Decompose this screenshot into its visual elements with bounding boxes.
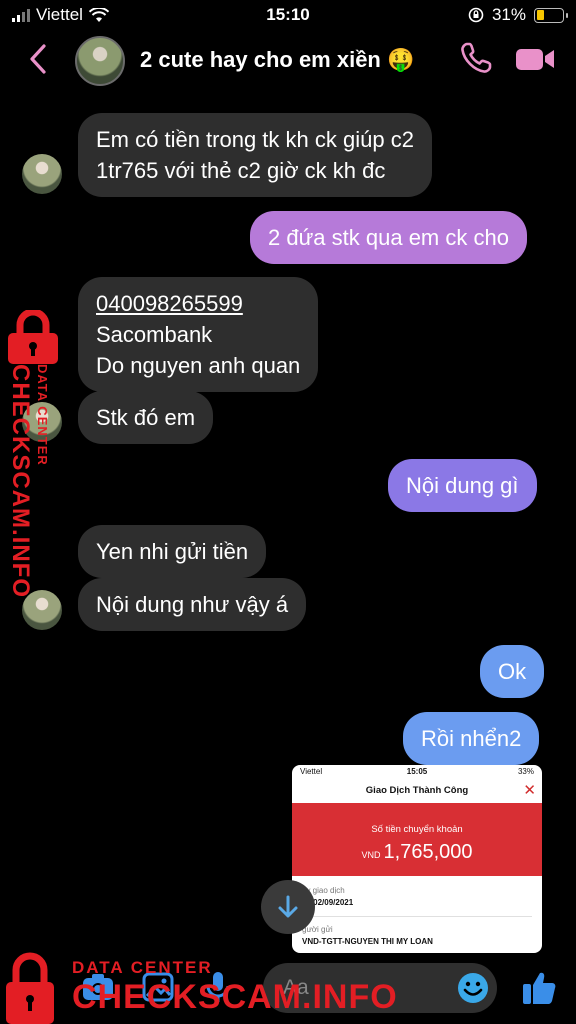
- receipt-sender-value: VND-TGTT-NGUYEN THI MY LOAN: [302, 937, 433, 946]
- account-number-link[interactable]: 040098265599: [96, 288, 300, 319]
- sender-avatar[interactable]: [22, 154, 62, 194]
- message-text: 2 đứa stk qua em ck cho: [268, 225, 509, 250]
- close-icon: ✕: [523, 782, 536, 799]
- battery-percent: 31%: [491, 5, 526, 24]
- chat-header: 2 cute hay cho em xiền 🤑: [0, 30, 576, 92]
- receipt-amount-panel: Số tiền chuyển khoản VND 1,765,000: [292, 803, 542, 876]
- receipt-battery: 33%: [517, 767, 534, 776]
- message-text: Yen nhi gửi tiền: [96, 539, 249, 564]
- receipt-amount-value: 1,765,000: [383, 841, 473, 863]
- message-text: Ok: [498, 659, 527, 684]
- divider: [302, 916, 532, 917]
- video-call-icon[interactable]: [514, 44, 556, 74]
- message-text: Nội dung như vậy á: [96, 592, 289, 617]
- battery-icon: [534, 7, 568, 23]
- receipt-sender-label: gười gửi: [302, 925, 333, 934]
- phone-call-icon[interactable]: [458, 40, 494, 76]
- back-chevron-icon[interactable]: [24, 42, 54, 76]
- emoji-icon[interactable]: [456, 971, 490, 1005]
- receipt-details: ày giao dịch 05 02/09/2021 gười gửi VND-…: [292, 876, 542, 946]
- scroll-to-bottom-button[interactable]: [261, 880, 315, 934]
- message-line: Em có tiền trong tk kh ck giúp c2: [96, 127, 414, 152]
- message-incoming[interactable]: 040098265599 Sacombank Do nguyen anh qua…: [78, 277, 319, 392]
- receipt-title: Giao Dịch Thành Công: [365, 785, 469, 796]
- watermark-side: DATA CENTER CHECKSCAM.INFO: [4, 310, 64, 598]
- message-text: Nội dung gì: [406, 473, 519, 498]
- arrow-down-icon: [278, 895, 298, 918]
- watermark-line1: DATA CENTER: [72, 958, 213, 977]
- battery-fill: [536, 10, 545, 20]
- status-bar: Viettel 15:10 31%: [0, 0, 576, 30]
- lock-icon: [6, 952, 54, 1024]
- thumbs-up-icon[interactable]: [520, 969, 558, 1007]
- message-line: Do nguyen anh quan: [96, 353, 301, 378]
- receipt-amount-label: Số tiền chuyển khoản: [371, 824, 463, 835]
- receipt-date-value: 05 02/09/2021: [302, 898, 354, 907]
- receipt-title-bar: Giao Dịch Thành Công ✕: [292, 779, 542, 803]
- message-line: Sacombank: [96, 322, 213, 347]
- message-incoming[interactable]: Em có tiền trong tk kh ck giúp c2 1tr765…: [78, 113, 432, 197]
- chat-title[interactable]: 2 cute hay cho em xiền 🤑: [140, 47, 414, 73]
- contact-avatar[interactable]: [75, 36, 125, 86]
- message-outgoing[interactable]: Rồi nhển2: [403, 712, 540, 765]
- receipt-currency: VND: [361, 850, 381, 860]
- message-outgoing[interactable]: Ok: [480, 645, 545, 698]
- message-line: 1tr765 với thẻ c2 giờ ck kh đc: [96, 158, 386, 183]
- watermark-line1-vertical: DATA CENTER: [35, 364, 50, 466]
- receipt-amount: VND 1,765,000: [292, 841, 542, 864]
- status-right: 31%: [468, 5, 568, 25]
- receipt-status-bar: Viettel 15:05 33%: [292, 765, 542, 779]
- watermark-line2-vertical: CHECKSCAM.INFO: [7, 364, 34, 598]
- message-incoming[interactable]: Stk đó em: [78, 391, 214, 444]
- lock-icon: [8, 310, 58, 364]
- message-incoming[interactable]: Nội dung như vậy á: [78, 578, 307, 631]
- watermark-line2: CHECKSCAM.INFO: [72, 978, 398, 1016]
- message-text: Rồi nhển2: [421, 726, 522, 751]
- receipt-image[interactable]: Viettel 15:05 33% Giao Dịch Thành Công ✕…: [292, 765, 542, 953]
- orientation-lock-icon: [468, 7, 484, 23]
- receipt-date-label: ày giao dịch: [302, 886, 345, 895]
- message-outgoing[interactable]: Nội dung gì: [388, 459, 537, 512]
- message-outgoing[interactable]: 2 đứa stk qua em ck cho: [250, 211, 527, 264]
- message-text: Stk đó em: [96, 405, 196, 430]
- receipt-time: 15:05: [406, 767, 428, 776]
- message-incoming[interactable]: Yen nhi gửi tiền: [78, 525, 267, 578]
